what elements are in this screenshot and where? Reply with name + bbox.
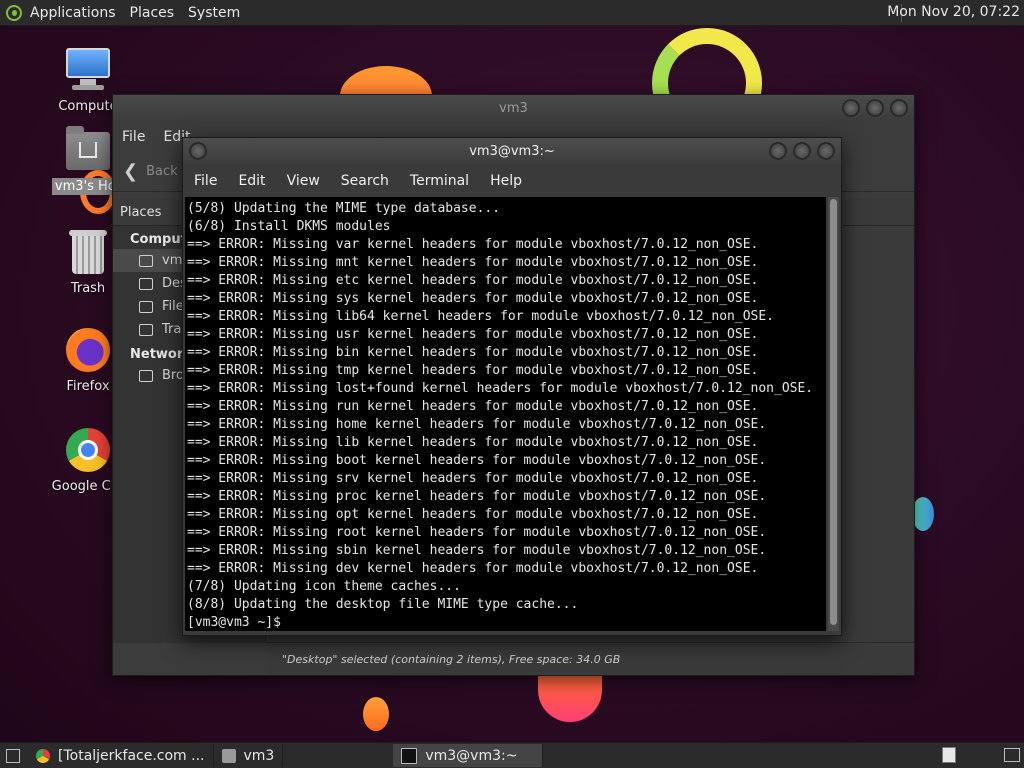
terminal-line: ==> ERROR: Missing boot kernel headers f… — [187, 453, 767, 468]
terminal-line: ==> ERROR: Missing sys kernel headers fo… — [187, 291, 759, 306]
desktop-icon-label: Firefox — [66, 379, 110, 394]
terminal-output[interactable]: (5/8) Updating the MIME type database...… — [185, 197, 826, 631]
sidebar-item-label: File — [162, 299, 184, 314]
taskbar-item-terminal[interactable]: vm3@vm3:~ — [393, 744, 544, 767]
terminal-line: ==> ERROR: Missing dev kernel headers fo… — [187, 561, 759, 576]
file-manager-statusbar: "Desktop" selected (containing 2 items),… — [266, 642, 914, 675]
desktop-icon-label: Trash — [70, 281, 106, 296]
tray-icon[interactable] — [1004, 748, 1020, 762]
maximize-button[interactable] — [793, 142, 811, 160]
terminal-line: ==> ERROR: Missing home kernel headers f… — [187, 417, 767, 432]
terminal-line: (7/8) Updating icon theme caches... — [187, 579, 461, 594]
back-arrow-icon[interactable]: ❮ — [123, 161, 138, 182]
terminal-line: ==> ERROR: Missing usr kernel headers fo… — [187, 327, 759, 342]
terminal-titlebar[interactable]: vm3@vm3:~ — [183, 138, 841, 164]
wallpaper-shape — [912, 497, 934, 531]
top-panel: Applications Places System Mon Nov 20, 0… — [0, 0, 1024, 26]
terminal-line: (6/8) Install DKMS modules — [187, 219, 391, 234]
terminal-line: ==> ERROR: Missing run kernel headers fo… — [187, 399, 759, 414]
terminal-line: ==> ERROR: Missing proc kernel headers f… — [187, 489, 767, 504]
trash-icon — [139, 323, 153, 336]
menu-file[interactable]: File — [122, 129, 145, 145]
desktop-folder-icon — [139, 277, 153, 290]
wallpaper-shape — [538, 672, 602, 722]
window-title: vm3@vm3:~ — [469, 144, 555, 159]
sidebar-item-label: vm — [162, 253, 183, 268]
terminal-window[interactable]: vm3@vm3:~ File Edit View Search Terminal… — [182, 137, 842, 636]
terminal-line: ==> ERROR: Missing lib64 kernel headers … — [187, 309, 774, 324]
file-manager-titlebar[interactable]: vm3 — [113, 95, 914, 123]
home-icon — [139, 254, 153, 267]
distro-logo-icon[interactable] — [6, 4, 22, 21]
system-menu[interactable]: System — [188, 5, 240, 21]
clock[interactable]: Mon Nov 20, 07:22 — [887, 4, 1020, 20]
folder-icon — [221, 748, 236, 763]
computer-icon — [64, 46, 112, 94]
trash-icon — [64, 228, 112, 276]
terminal-line: ==> ERROR: Missing tmp kernel headers fo… — [187, 363, 759, 378]
back-button[interactable]: Back — [146, 164, 178, 179]
terminal-icon — [401, 747, 418, 764]
home-folder-icon — [64, 126, 112, 174]
terminal-line: [vm3@vm3 ~]$ — [187, 615, 281, 630]
taskbar-item-label: [Totaljerkface.com ... — [58, 747, 205, 764]
places-menu[interactable]: Places — [130, 5, 175, 21]
show-desktop-icon[interactable] — [6, 748, 20, 763]
menu-help[interactable]: Help — [490, 173, 522, 189]
terminal-line: ==> ERROR: Missing mnt kernel headers fo… — [187, 255, 759, 270]
minimize-button[interactable] — [769, 142, 787, 160]
terminal-line: ==> ERROR: Missing var kernel headers fo… — [187, 237, 759, 252]
close-button[interactable] — [817, 142, 835, 160]
terminal-line: ==> ERROR: Missing bin kernel headers fo… — [187, 345, 759, 360]
drive-icon — [139, 300, 153, 313]
menu-view[interactable]: View — [287, 173, 320, 189]
firefox-icon — [64, 326, 112, 374]
terminal-menubar: File Edit View Search Terminal Help — [183, 164, 841, 197]
network-icon — [139, 369, 153, 382]
scrollbar-thumb[interactable] — [830, 199, 837, 625]
menu-file[interactable]: File — [194, 173, 217, 189]
window-title: vm3 — [499, 101, 528, 116]
places-label: Places — [120, 204, 162, 220]
wallpaper-shape — [363, 697, 389, 731]
taskbar-item-file-manager[interactable]: vm3 — [214, 744, 284, 767]
terminal-line: ==> ERROR: Missing lib kernel headers fo… — [187, 435, 759, 450]
maximize-button[interactable] — [866, 99, 884, 117]
terminal-line: ==> ERROR: Missing etc kernel headers fo… — [187, 273, 759, 288]
menu-search[interactable]: Search — [341, 173, 389, 189]
sidebar-item-label: Bro — [162, 368, 184, 383]
terminal-text: (5/8) Updating the MIME type database...… — [185, 197, 826, 631]
terminal-line: ==> ERROR: Missing lost+found kernel hea… — [187, 381, 814, 396]
menu-terminal[interactable]: Terminal — [410, 173, 469, 189]
terminal-line: ==> ERROR: Missing sbin kernel headers f… — [187, 543, 767, 558]
taskbar-item-label: vm3@vm3:~ — [425, 747, 518, 764]
desktop-icon-label: Compute — [58, 99, 118, 114]
close-button[interactable] — [890, 99, 908, 117]
menu-edit[interactable]: Edit — [238, 173, 265, 189]
taskbar-item-browser[interactable]: [Totaljerkface.com ... — [28, 744, 214, 767]
terminal-line: (5/8) Updating the MIME type database... — [187, 201, 501, 216]
chrome-icon — [36, 748, 50, 763]
terminal-scrollbar[interactable] — [828, 197, 839, 631]
workspace-switcher[interactable] — [942, 747, 956, 763]
bottom-panel: [Totaljerkface.com ... vm3 vm3@vm3:~ — [0, 742, 1024, 768]
taskbar-item-label: vm3 — [243, 747, 275, 764]
chrome-icon — [64, 426, 112, 474]
sidebar-item-label: Tra — [162, 322, 182, 337]
terminal-line: (8/8) Updating the desktop file MIME typ… — [187, 597, 579, 612]
terminal-line: ==> ERROR: Missing opt kernel headers fo… — [187, 507, 759, 522]
applications-menu[interactable]: Applications — [30, 5, 116, 21]
terminal-line: ==> ERROR: Missing root kernel headers f… — [187, 525, 767, 540]
terminal-line: ==> ERROR: Missing srv kernel headers fo… — [187, 471, 759, 486]
status-text: "Desktop" selected (containing 2 items),… — [282, 652, 621, 666]
minimize-button[interactable] — [842, 99, 860, 117]
